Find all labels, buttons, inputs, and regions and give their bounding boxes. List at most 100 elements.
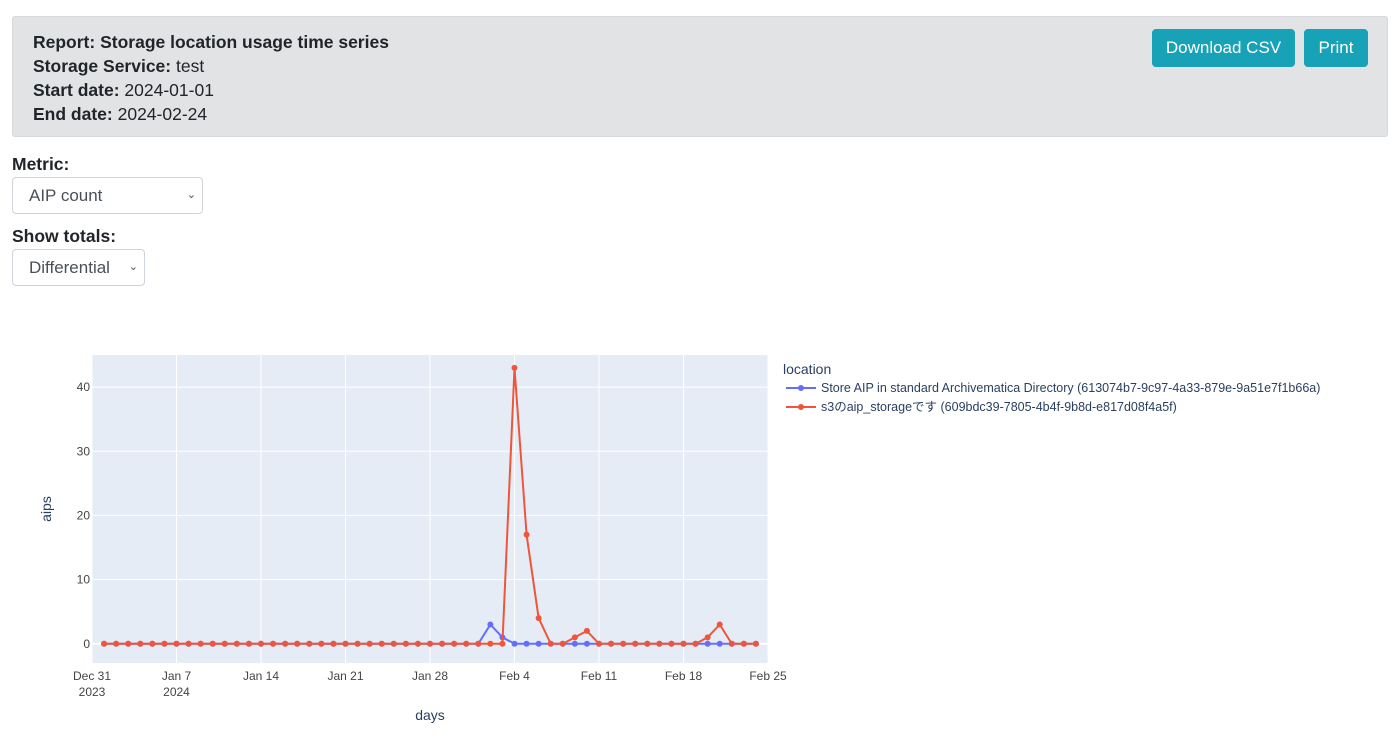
series-2-point — [427, 640, 433, 647]
series-2-point — [330, 640, 337, 647]
x-tick-year-label: 2023 — [79, 685, 106, 699]
series-1-point — [487, 621, 494, 628]
series-1-point — [523, 640, 530, 647]
x-tick-label: Jan 14 — [243, 669, 279, 683]
y-axis-title: aips — [38, 496, 54, 522]
series-2-point — [632, 640, 639, 647]
series-2-point — [245, 640, 252, 647]
chevron-down-icon: ⌄ — [186, 189, 196, 201]
series-1-point — [583, 640, 590, 647]
series-2-point — [185, 640, 192, 647]
series-2-point — [571, 634, 578, 641]
y-tick-label: 40 — [77, 380, 91, 394]
series-2-point — [704, 634, 711, 641]
series-2-point — [378, 640, 385, 647]
series-2-point — [656, 640, 663, 647]
series-2-point — [668, 640, 675, 647]
series-2-point — [197, 640, 204, 647]
end-date-value: 2024-02-24 — [117, 104, 208, 124]
metric-select[interactable]: AIP count ⌄ — [12, 177, 203, 214]
report-name: Storage location usage time series — [100, 32, 389, 52]
series-2-point — [306, 640, 313, 647]
x-tick-label: Dec 31 — [73, 669, 111, 683]
legend-title: location — [783, 361, 831, 377]
x-axis-ticks: Dec 31 2023 Jan 7 2024 Jan 14 Jan 21 Jan 28 Feb… — [73, 669, 787, 699]
start-date-label: Start date: — [33, 80, 120, 100]
y-tick-label: 30 — [77, 444, 91, 458]
show-totals-label: Show totals: — [12, 226, 117, 246]
storage-service-label: Storage Service: — [33, 56, 172, 76]
legend-item-1: Store AIP in standard Archivematica Dire… — [821, 381, 1320, 395]
series-2-point — [402, 640, 409, 647]
chevron-down-icon: ⌄ — [128, 261, 138, 273]
series-2-point — [463, 640, 470, 647]
series-2-point — [511, 364, 518, 371]
series-1-point — [571, 640, 578, 647]
series-2-point — [282, 640, 289, 647]
series-2-point — [173, 640, 180, 647]
series-2-point — [608, 640, 615, 647]
report-label: Report: — [33, 32, 96, 52]
end-date-label: End date: — [33, 104, 113, 124]
series-1-point — [716, 640, 723, 647]
report-header-panel: Report: Storage location usage time seri… — [12, 16, 1388, 137]
series-2-point — [137, 640, 144, 647]
legend-item-2: s3のaip_storageです (609bdc39-7805-4b4f-9b8… — [821, 400, 1177, 414]
storage-service-line: Storage Service: test — [33, 54, 389, 78]
x-tick-label: Feb 11 — [581, 669, 618, 683]
series-2-point — [294, 640, 301, 647]
series-2-point — [487, 640, 494, 647]
metric-selected-value: AIP count — [29, 186, 103, 205]
legend-marker-2 — [798, 404, 804, 410]
series-2-point — [728, 640, 735, 647]
series-2-point — [559, 640, 566, 647]
series-2-point — [101, 640, 108, 647]
show-totals-select[interactable]: Differential ⌄ — [12, 249, 145, 286]
series-2-point — [125, 640, 132, 647]
show-totals-selected-value: Differential — [29, 258, 110, 277]
series-2-point — [740, 640, 747, 647]
series-2-point — [233, 640, 240, 647]
x-tick-label: Feb 18 — [665, 669, 703, 683]
series-1-point — [704, 640, 711, 647]
series-2-point — [366, 640, 373, 647]
series-2-point — [451, 640, 458, 647]
series-2-point — [342, 640, 349, 647]
end-date-line: End date: 2024-02-24 — [33, 102, 389, 126]
legend-marker-1 — [798, 385, 804, 391]
x-axis-title: days — [415, 707, 445, 723]
x-tick-label: Jan 7 — [162, 669, 192, 683]
series-2-point — [439, 640, 446, 647]
series-2-point — [596, 640, 602, 647]
download-csv-button[interactable]: Download CSV — [1152, 29, 1295, 67]
series-2-point — [523, 531, 530, 538]
y-tick-label: 10 — [77, 573, 91, 587]
x-tick-label: Feb 4 — [499, 669, 530, 683]
series-2-point — [620, 640, 627, 647]
series-2-point — [270, 640, 277, 647]
start-date-line: Start date: 2024-01-01 — [33, 78, 389, 102]
print-button[interactable]: Print — [1304, 29, 1368, 67]
series-2-point — [583, 627, 590, 634]
series-2-point — [113, 640, 120, 647]
y-tick-label: 0 — [83, 637, 90, 651]
series-2-point — [390, 640, 397, 647]
start-date-value: 2024-01-01 — [124, 80, 214, 100]
report-details: Report: Storage location usage time seri… — [33, 30, 389, 126]
series-2-point — [475, 640, 482, 647]
series-1-point — [535, 640, 542, 647]
series-2-point — [414, 640, 421, 647]
x-tick-year-label: 2024 — [163, 685, 190, 699]
series-2-point — [644, 640, 651, 647]
series-2-point — [354, 640, 361, 647]
series-2-point — [149, 640, 156, 647]
series-2-point — [318, 640, 325, 647]
y-tick-label: 20 — [77, 508, 91, 522]
series-2-point — [692, 640, 699, 647]
series-2-point — [716, 621, 723, 628]
series-2-point — [221, 640, 228, 647]
report-title-line: Report: Storage location usage time seri… — [33, 30, 389, 54]
series-1-point — [511, 640, 518, 647]
series-2-point — [547, 640, 554, 647]
x-tick-label: Jan 28 — [412, 669, 448, 683]
